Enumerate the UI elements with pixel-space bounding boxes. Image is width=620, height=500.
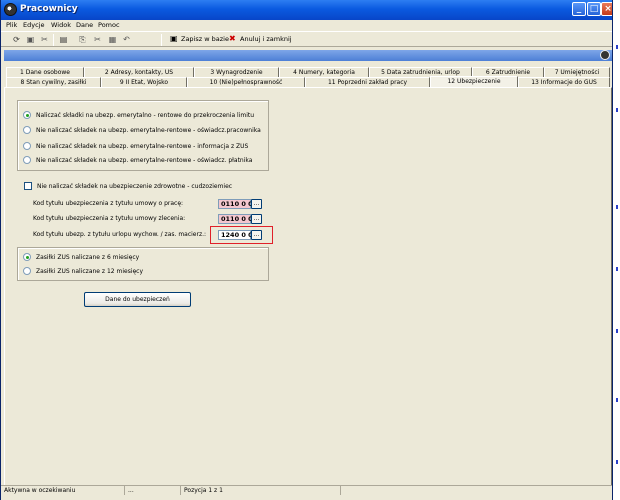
menu-dane[interactable]: Dane bbox=[76, 21, 93, 29]
minimize-button[interactable]: _ bbox=[572, 2, 586, 16]
code-field-umowa-zlecenia[interactable]: 0110 0 0 bbox=[218, 214, 253, 224]
background-marker bbox=[616, 398, 618, 402]
code-picker-button[interactable]: ... bbox=[251, 199, 262, 209]
radio-button[interactable] bbox=[23, 155, 31, 164]
background-marker bbox=[616, 460, 618, 464]
tab-niepelnosprawnosc[interactable]: 10 (Nie)pełnosprawność bbox=[187, 77, 305, 87]
tab-etat-wojsko[interactable]: 9 II Etat, Wojsko bbox=[101, 77, 187, 87]
title-bar[interactable]: Pracownicy _ □ × bbox=[1, 0, 612, 20]
radio-label: Nie naliczać składek na ubezp. emerytaln… bbox=[36, 143, 249, 150]
radio-label: Nie naliczać składek na ubezp. emerytaln… bbox=[36, 157, 253, 164]
tab-dane-osobowe[interactable]: 1 Dane osobowe bbox=[6, 67, 84, 77]
radio-zasilki-12[interactable]: Zasiłki ZUS naliczane z 12 miesięcy bbox=[23, 266, 144, 277]
tab-wynagrodzenie[interactable]: 3 Wynagrodzenie bbox=[194, 67, 279, 77]
cut-tool-icon[interactable]: ✂ bbox=[39, 34, 50, 45]
code-picker-button[interactable]: ... bbox=[251, 230, 262, 240]
window-icon[interactable]: ▤ bbox=[58, 34, 69, 45]
toolbar-separator bbox=[161, 34, 162, 46]
radio-button[interactable] bbox=[23, 125, 31, 134]
health-insurance-checkbox[interactable] bbox=[24, 181, 32, 190]
status-bar: Aktywna w oczekiwaniu ... Pozycja 1 z 1 bbox=[1, 485, 612, 495]
background-marker bbox=[616, 329, 618, 333]
tab-row-2: 8 Stan cywilny, zasiłki 9 II Etat, Wojsk… bbox=[4, 76, 612, 88]
save-to-db-button[interactable]: ▣ Zapisz w bazie bbox=[169, 33, 229, 46]
app-icon bbox=[4, 3, 17, 16]
code-label-umowa-zlecenia: Kod tytułu ubezpieczenia z tytułu umowy … bbox=[33, 215, 186, 222]
menu-pomoc[interactable]: Pomoc bbox=[98, 21, 120, 29]
cancel-close-button[interactable]: ✖ Anuluj i zamknij bbox=[228, 33, 292, 46]
code-label-urlop-wychow: Kod tytułu ubezp. z tytułu urlopu wychow… bbox=[33, 231, 207, 238]
paste-icon[interactable]: ▦ bbox=[107, 34, 118, 45]
status-position: Pozycja 1 z 1 bbox=[181, 486, 341, 495]
tab-row-1: 1 Dane osobowe 2 Adresy, kontakty, US 3 … bbox=[4, 67, 612, 77]
ubezpieczenie-panel: Naliczać składki na ubezp. emerytalno - … bbox=[4, 87, 612, 487]
cancel-close-label: Anuluj i zamknij bbox=[240, 35, 292, 43]
code-field-umowa-praca[interactable]: 0110 0 0 bbox=[218, 199, 253, 209]
radio-button[interactable] bbox=[23, 141, 31, 150]
maximize-button[interactable]: □ bbox=[587, 2, 601, 16]
radio-button-checked[interactable] bbox=[23, 252, 31, 261]
tab-umiejetnosci[interactable]: 7 Umiejętności bbox=[544, 67, 610, 77]
user-icon bbox=[600, 50, 610, 60]
radio-button[interactable] bbox=[23, 266, 31, 275]
tab-stan-cywilny[interactable]: 8 Stan cywilny, zasiłki bbox=[6, 77, 101, 87]
window-title: Pracownicy bbox=[20, 4, 78, 14]
health-insurance-checkbox-row[interactable]: Nie naliczać składek na ubezpieczenie zd… bbox=[24, 181, 233, 192]
code-label-umowa-praca: Kod tytułu ubezpieczenia z tytułu umowy … bbox=[33, 200, 184, 207]
floppy-icon: ▣ bbox=[170, 34, 178, 43]
background-marker bbox=[616, 205, 618, 209]
tab-informacje-gus[interactable]: 13 Informacje do GUS bbox=[518, 77, 610, 87]
radio-oswiadcz-pracownika[interactable]: Nie naliczać składek na ubezp. emerytaln… bbox=[23, 125, 261, 136]
menu-widok[interactable]: Widok bbox=[51, 21, 71, 29]
code-picker-button[interactable]: ... bbox=[251, 214, 262, 224]
background-marker bbox=[616, 45, 618, 49]
undo-icon[interactable]: ↶ bbox=[121, 34, 132, 45]
scissors-icon[interactable]: ✂ bbox=[92, 34, 103, 45]
refresh-icon[interactable]: ⟳ bbox=[11, 34, 22, 45]
radio-zasilki-6[interactable]: Zasiłki ZUS naliczane z 6 miesięcy bbox=[23, 252, 140, 263]
background-marker bbox=[616, 267, 618, 271]
radio-informacja-zus[interactable]: Nie naliczać składek na ubezp. emerytaln… bbox=[23, 141, 249, 152]
radio-label: Zasiłki ZUS naliczane z 6 miesięcy bbox=[36, 254, 140, 261]
radio-label: Naliczać składki na ubezp. emerytalno - … bbox=[36, 112, 255, 119]
status-extra: ... bbox=[125, 486, 181, 495]
insurance-data-button[interactable]: Dane do ubezpieczeń bbox=[84, 292, 191, 307]
toolbar-separator bbox=[53, 34, 54, 46]
health-insurance-label: Nie naliczać składek na ubezpieczenie zd… bbox=[37, 183, 233, 190]
menu-bar: Plik Edycje Widok Dane Pomoc bbox=[1, 20, 612, 31]
save-to-db-label: Zapisz w bazie bbox=[181, 35, 229, 43]
tab-poprzedni-zaklad[interactable]: 11 Poprzedni zakład pracy bbox=[305, 77, 430, 87]
app-window: Pracownicy _ □ × Plik Edycje Widok Dane … bbox=[0, 0, 613, 500]
menu-edycje[interactable]: Edycje bbox=[23, 21, 44, 29]
code-field-urlop-wychow[interactable]: 1240 0 0 bbox=[218, 230, 253, 240]
record-header-bar bbox=[4, 50, 612, 61]
close-button[interactable]: × bbox=[601, 2, 612, 16]
radio-oswiadcz-platnika[interactable]: Nie naliczać składek na ubezp. emerytaln… bbox=[23, 155, 253, 166]
radio-label: Zasiłki ZUS naliczane z 12 miesięcy bbox=[36, 268, 144, 275]
tab-numery[interactable]: 4 Numery, kategoria bbox=[279, 67, 369, 77]
status-state: Aktywna w oczekiwaniu bbox=[1, 486, 125, 495]
save-disk-icon[interactable]: ▣ bbox=[25, 34, 36, 45]
radio-label: Nie naliczać składek na ubezp. emerytaln… bbox=[36, 127, 261, 134]
copy-icon[interactable]: ⎘ bbox=[77, 34, 88, 45]
radio-button-checked[interactable] bbox=[23, 110, 31, 119]
background-marker bbox=[616, 108, 618, 112]
toolbar: ⟳ ▣ ✂ ▤ ⎘ ✂ ▦ ↶ ▣ Zapisz w bazie ✖ Anulu… bbox=[1, 31, 612, 47]
menu-plik[interactable]: Plik bbox=[6, 21, 17, 29]
cancel-icon: ✖ bbox=[229, 34, 236, 43]
radio-naliczac-do-limitu[interactable]: Naliczać składki na ubezp. emerytalno - … bbox=[23, 110, 255, 121]
tab-adresy[interactable]: 2 Adresy, kontakty, US bbox=[84, 67, 194, 77]
